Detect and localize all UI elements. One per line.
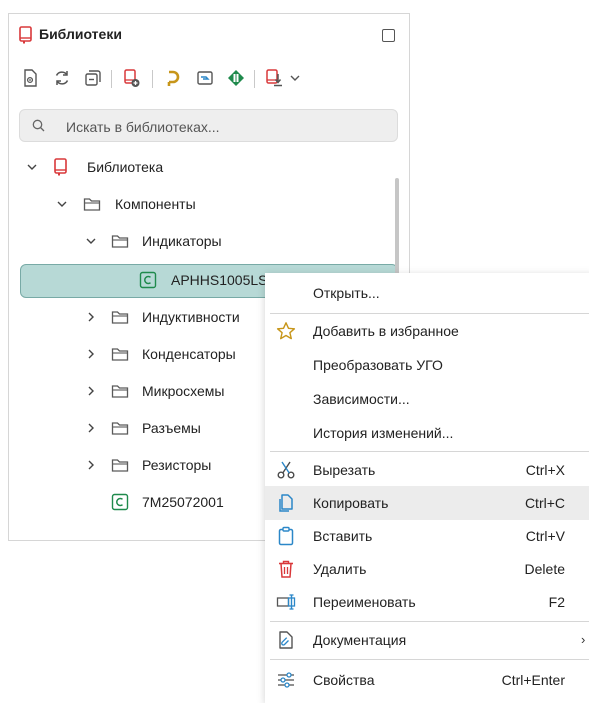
chevron-right-icon: › [581,632,586,647]
menu-item-open[interactable]: Открыть... [265,276,589,310]
chevron-down-icon[interactable] [284,66,306,90]
scissors-icon [276,460,296,480]
menu-item-label: Преобразовать УГО [313,357,443,373]
folder-icon [111,385,129,398]
tree-item-label: Библиотека [87,159,164,175]
component-icon [139,271,157,289]
chevron-down-icon[interactable] [85,235,97,247]
menu-separator [270,659,589,660]
panel-header: Библиотеки [9,14,409,54]
properties-sliders-icon [276,670,296,690]
trash-icon [276,559,296,579]
menu-item-add-favorite[interactable]: Добавить в избранное [265,314,589,348]
chevron-right-icon[interactable] [85,311,97,323]
tree-item-label: Индикаторы [142,233,222,249]
attachment-document-icon [276,630,296,650]
menu-separator [270,621,589,622]
tree-item-label: Резисторы [142,457,212,473]
chevron-right-icon[interactable] [85,459,97,471]
folder-icon [83,198,101,211]
add-library-icon[interactable] [121,66,143,90]
chevron-down-icon[interactable] [56,198,68,210]
menu-item-copy[interactable]: Копировать Ctrl+C [265,486,589,520]
menu-item-shortcut: Ctrl+V [525,528,565,544]
menu-item-label: Свойства [313,672,375,688]
chevron-right-icon[interactable] [85,385,97,397]
folder-icon [111,235,129,248]
tree-item-label: Микросхемы [142,383,225,399]
menu-item-label: Документация [313,632,407,648]
search-input[interactable] [64,117,388,137]
component-editor-icon[interactable] [194,66,216,90]
maximize-icon[interactable] [382,29,395,42]
tree-item-label: 7M25072001 [142,494,224,510]
menu-item-label: История изменений... [313,425,454,441]
menu-item-shortcut: Ctrl+Enter [501,672,565,688]
search-icon [32,119,45,132]
folder-icon [111,311,129,324]
toolbar-separator [254,70,255,88]
menu-item-dependencies[interactable]: Зависимости... [265,382,589,416]
tree-item-library[interactable]: Библиотека [9,150,409,186]
tree-item-label: Индуктивности [142,309,240,325]
toolbar-separator [111,70,112,88]
menu-item-properties[interactable]: Свойства Ctrl+Enter [265,663,589,697]
menu-item-rename[interactable]: Переименовать F2 [265,585,589,619]
menu-item-shortcut: Delete [524,561,565,577]
menu-separator [270,451,589,452]
menu-item-shortcut: Ctrl+X [525,462,565,478]
symbol-editor-icon[interactable] [162,66,184,90]
toolbar-separator [152,70,153,88]
menu-item-label: Зависимости... [313,391,410,407]
tree-item-label: Компоненты [115,196,196,212]
context-menu: Открыть... Добавить в избранное Преобраз… [265,273,589,703]
library-book-icon [19,26,32,44]
component-icon [111,493,129,511]
menu-item-shortcut: F2 [548,594,565,610]
chevron-right-icon[interactable] [85,348,97,360]
menu-item-label: Открыть... [313,285,380,301]
menu-item-label: Вырезать [313,462,376,478]
refresh-icon[interactable] [51,66,73,90]
copy-icon [276,493,296,513]
tree-item-label: Конденсаторы [142,346,236,362]
tree-scrollbar[interactable] [395,178,399,279]
toolbar [9,66,409,94]
panel-title: Библиотеки [39,26,122,42]
star-icon [276,321,296,341]
menu-item-label: Копировать [313,495,389,511]
tree-item-indicators[interactable]: Индикаторы [9,224,409,260]
tree-item-label: Разъемы [142,420,201,436]
search-box [19,109,398,142]
menu-item-documentation[interactable]: Документация › [265,623,589,657]
folder-icon [111,422,129,435]
library-book-icon [54,158,67,176]
menu-item-convert-symbol[interactable]: Преобразовать УГО [265,348,589,382]
view-document-icon[interactable] [19,66,41,90]
chevron-right-icon[interactable] [85,422,97,434]
chevron-down-icon[interactable] [26,161,38,173]
paste-icon [276,526,296,546]
rename-icon [276,592,296,612]
menu-item-cut[interactable]: Вырезать Ctrl+X [265,453,589,487]
menu-item-history[interactable]: История изменений... [265,416,589,450]
menu-item-label: Добавить в избранное [313,323,459,339]
menu-item-label: Переименовать [313,594,416,610]
tree-item-components[interactable]: Компоненты [9,187,409,223]
collapse-all-icon[interactable] [82,66,104,90]
menu-item-paste[interactable]: Вставить Ctrl+V [265,519,589,553]
folder-icon [111,459,129,472]
import-icon[interactable] [263,66,285,90]
menu-item-label: Вставить [313,528,373,544]
menu-item-delete[interactable]: Удалить Delete [265,552,589,586]
menu-item-shortcut: Ctrl+C [524,495,565,511]
menu-item-label: Удалить [313,561,367,577]
folder-icon [111,348,129,361]
diamond-part-icon[interactable] [225,66,247,90]
